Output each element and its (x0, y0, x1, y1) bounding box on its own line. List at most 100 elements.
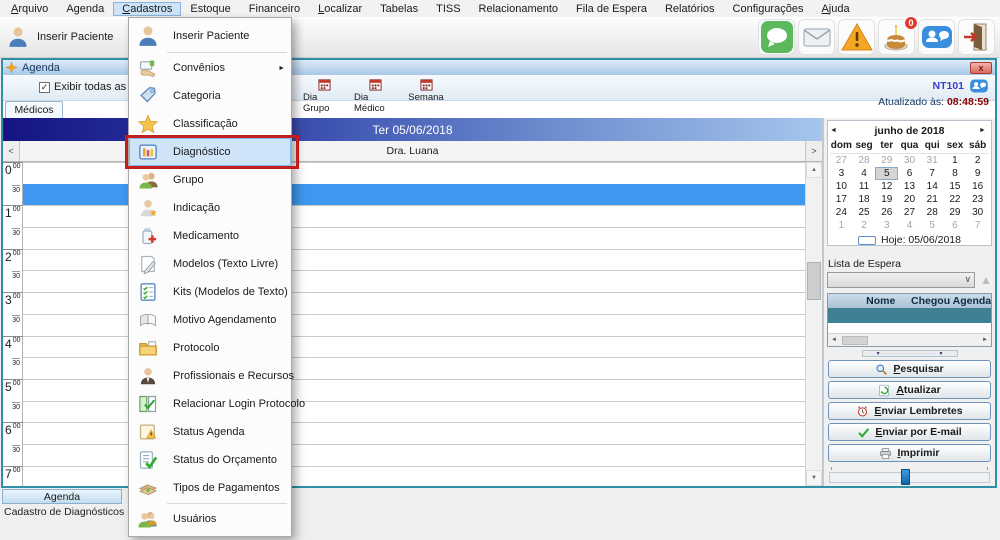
calendar-day[interactable]: 4 (853, 167, 876, 180)
calendar-day[interactable]: 7 (966, 219, 989, 232)
people-chat-button[interactable] (918, 19, 955, 55)
tab-medicos[interactable]: Médicos (5, 101, 63, 118)
tab-agenda-bottom[interactable]: Agenda (2, 489, 122, 504)
panel-splitter[interactable]: ▼··················▼ (862, 350, 958, 357)
waiting-list-selected-row[interactable] (828, 308, 991, 323)
calendar-day[interactable]: 21 (921, 193, 944, 206)
calendar-day[interactable]: 20 (898, 193, 921, 206)
menubar-item-relatorios[interactable]: Relatórios (656, 2, 724, 16)
calendar-day[interactable]: 26 (875, 206, 898, 219)
view-button-dia-grupo[interactable]: Dia Grupo (303, 76, 345, 114)
enviar-por-e-mail-button[interactable]: Enviar por E-mail (828, 423, 991, 441)
calendar-day[interactable]: 27 (830, 154, 853, 167)
scroll-down-icon[interactable]: ▼ (806, 470, 822, 486)
calendar-next-icon[interactable]: ► (979, 127, 989, 134)
menu-item-modelos-texto-livre[interactable]: Modelos (Texto Livre) (129, 250, 291, 278)
calendar-day[interactable]: 29 (944, 206, 967, 219)
menubar-item-fila-de-espera[interactable]: Fila de Espera (567, 2, 656, 16)
calendar-day[interactable]: 24 (830, 206, 853, 219)
menu-item-categoria[interactable]: Categoria (129, 82, 291, 110)
view-button-dia-medico[interactable]: Dia Médico (354, 76, 396, 114)
calendar-day[interactable]: 11 (853, 180, 876, 193)
calendar-day[interactable]: 19 (875, 193, 898, 206)
pesquisar-button[interactable]: Pesquisar (828, 360, 991, 378)
menubar-item-localizar[interactable]: Localizar (309, 2, 371, 16)
menubar-item-cadastros[interactable]: Cadastros (113, 2, 181, 16)
calendar-day[interactable]: 8 (944, 167, 967, 180)
menu-item-status-agenda[interactable]: Status Agenda (129, 418, 291, 446)
next-doctor-button[interactable]: > (805, 141, 822, 161)
calendar-day[interactable]: 15 (944, 180, 967, 193)
prev-doctor-button[interactable]: < (3, 141, 20, 161)
menubar-item-ajuda[interactable]: Ajuda (812, 2, 858, 16)
calendar-day[interactable]: 28 (853, 154, 876, 167)
calendar-day[interactable]: 29 (875, 154, 898, 167)
calendar-prev-icon[interactable]: ◄ (830, 127, 840, 134)
warning-button[interactable] (838, 19, 875, 55)
calendar-day[interactable]: 30 (966, 206, 989, 219)
menu-item-convenios[interactable]: Convênios► (129, 54, 291, 82)
menubar-item-estoque[interactable]: Estoque (181, 2, 239, 16)
mail-button[interactable] (798, 19, 835, 55)
menu-item-grupo[interactable]: Grupo (129, 166, 291, 194)
menu-item-usuarios[interactable]: Usuários (129, 505, 291, 533)
calendar-day[interactable]: 6 (898, 167, 921, 180)
collapse-triangle-icon[interactable]: ▲ (980, 274, 992, 286)
calendar-day[interactable]: 6 (944, 219, 967, 232)
scroll-left-icon[interactable]: ◄ (828, 337, 840, 343)
insert-patient-button[interactable]: Inserir Paciente (6, 25, 113, 49)
calendar-day[interactable]: 7 (921, 167, 944, 180)
hscroll-thumb[interactable] (842, 336, 868, 345)
close-button[interactable]: x (970, 62, 992, 74)
menubar-item-financeiro[interactable]: Financeiro (240, 2, 309, 16)
scroll-right-icon[interactable]: ► (979, 337, 991, 343)
atualizar-button[interactable]: Atualizar (828, 381, 991, 399)
calendar-day[interactable]: 31 (921, 154, 944, 167)
calendar-day[interactable]: 23 (966, 193, 989, 206)
calendar-day[interactable]: 18 (853, 193, 876, 206)
calendar-day[interactable]: 30 (898, 154, 921, 167)
calendar-day[interactable]: 5 (921, 219, 944, 232)
calendar-day[interactable]: 2 (966, 154, 989, 167)
calendar-day[interactable]: 28 (921, 206, 944, 219)
imprimir-button[interactable]: Imprimir (828, 444, 991, 462)
calendar-day[interactable]: 14 (921, 180, 944, 193)
calendar-day[interactable]: 13 (898, 180, 921, 193)
menu-item-status-do-orcamento[interactable]: Status do Orçamento (129, 446, 291, 474)
calendar-day[interactable]: 1 (830, 219, 853, 232)
zoom-slider[interactable] (829, 469, 990, 485)
calendar-day[interactable]: 25 (853, 206, 876, 219)
menubar-item-tabelas[interactable]: Tabelas (371, 2, 427, 16)
menubar-item-arquivo[interactable]: Arquivo (2, 2, 57, 16)
menubar-item-relacionamento[interactable]: Relacionamento (470, 2, 568, 16)
calendar-day[interactable]: 1 (944, 154, 967, 167)
menubar-item-agenda[interactable]: Agenda (57, 2, 113, 16)
slider-thumb[interactable] (901, 469, 910, 485)
col-nome[interactable]: Nome (853, 295, 909, 307)
menu-item-indicacao[interactable]: Indicação (129, 194, 291, 222)
menu-item-diagnostico[interactable]: Diagnóstico (129, 138, 291, 166)
calendar-day[interactable]: 3 (875, 219, 898, 232)
vertical-scrollbar[interactable]: ▲ ▼ (805, 162, 822, 486)
menu-item-tipos-de-pagamentos[interactable]: Tipos de Pagamentos (129, 474, 291, 502)
chat-bubble-button[interactable] (758, 19, 795, 55)
menubar-item-tiss[interactable]: TISS (427, 2, 469, 16)
scroll-up-icon[interactable]: ▲ (806, 162, 822, 178)
calendar-day[interactable]: 12 (875, 180, 898, 193)
scrollbar-thumb[interactable] (807, 262, 821, 300)
cake-button[interactable]: 0 (878, 19, 915, 55)
calendar-day[interactable]: 10 (830, 180, 853, 193)
enviar-lembretes-button[interactable]: Enviar Lembretes (828, 402, 991, 420)
view-button-semana[interactable]: Semana (405, 76, 447, 114)
menu-item-protocolo[interactable]: Protocolo (129, 334, 291, 362)
col-chegou[interactable]: Chegou (909, 295, 953, 307)
menu-item-classificacao[interactable]: Classificação (129, 110, 291, 138)
menubar-item-configuracoes[interactable]: Configurações (724, 2, 813, 16)
menu-item-inserir-paciente[interactable]: Inserir Paciente (129, 21, 291, 51)
calendar-day-selected[interactable]: 5 (875, 167, 898, 180)
menu-item-motivo-agendamento[interactable]: Motivo Agendamento (129, 306, 291, 334)
col-agenda[interactable]: Agenda (953, 295, 991, 307)
calendar-day[interactable]: 17 (830, 193, 853, 206)
calendar-day[interactable]: 22 (944, 193, 967, 206)
menu-item-medicamento[interactable]: Medicamento (129, 222, 291, 250)
